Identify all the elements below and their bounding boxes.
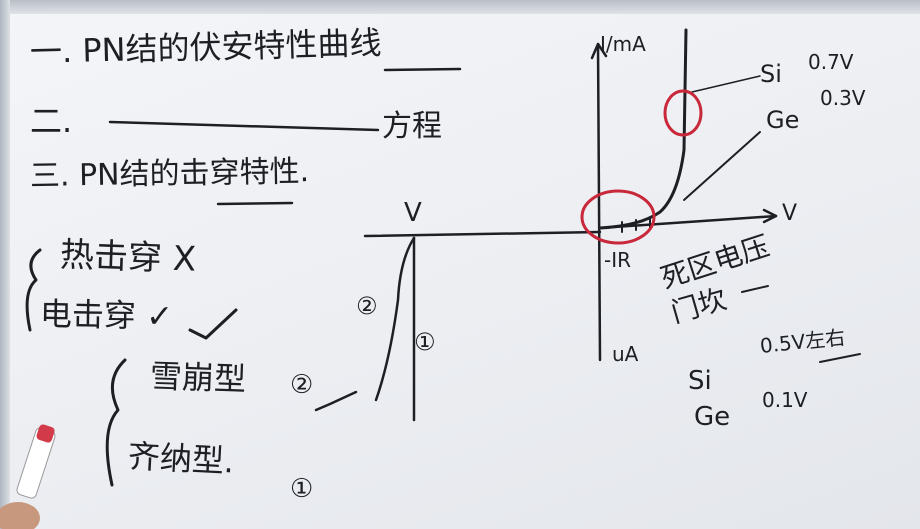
y-axis [596,42,602,362]
pointer-line-si [691,75,761,93]
ge-curve [683,131,761,201]
brace-left [25,248,42,332]
dash-si [819,353,861,363]
check-icon [314,390,358,412]
highlight-circle-origin [580,189,656,245]
check-icon [188,308,238,340]
dash-threshold [741,285,769,293]
breakdown-curve-2 [374,236,416,402]
marker-pen-icon [0,424,56,529]
underline-curve [383,67,462,72]
whiteboard-drawings [25,28,861,487]
reverse-axis-line [363,230,602,238]
brace-left-lower [105,358,127,487]
underline-breakdown [216,201,294,206]
equation-blank-line [108,120,380,132]
